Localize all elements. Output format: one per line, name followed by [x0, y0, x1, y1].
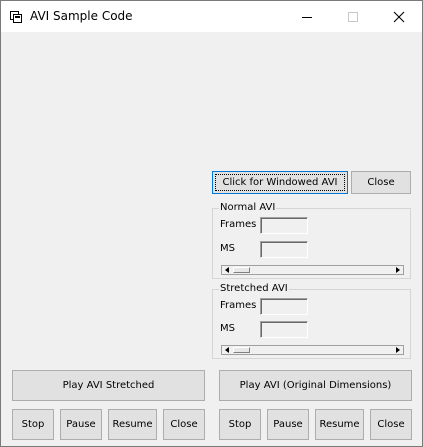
resume-label: Resume [112, 419, 153, 430]
stop-label: Stop [21, 419, 45, 430]
pause-label: Pause [273, 419, 303, 430]
maximize-button[interactable] [330, 1, 376, 32]
normal-ms-label: MS [220, 243, 235, 254]
right-arrow-icon [396, 347, 400, 353]
normal-avi-slider[interactable] [221, 265, 404, 275]
left-arrow-icon [225, 267, 229, 273]
left-resume-button[interactable]: Resume [108, 409, 157, 440]
right-stop-button[interactable]: Stop [219, 409, 261, 440]
stretched-frames-field [260, 298, 308, 315]
normal-slider-thumb[interactable] [233, 267, 250, 273]
right-resume-button[interactable]: Resume [315, 409, 364, 440]
play-avi-stretched-label: Play AVI Stretched [62, 380, 155, 391]
stretched-avi-title: Stretched AVI [219, 283, 289, 295]
close-icon [393, 11, 405, 23]
scroll-left-arrow[interactable] [222, 346, 232, 354]
focus-ring [215, 174, 345, 191]
scroll-left-arrow[interactable] [222, 266, 232, 274]
stretched-slider-thumb[interactable] [233, 347, 250, 353]
scroll-right-arrow[interactable] [393, 346, 403, 354]
normal-frames-field [260, 217, 308, 234]
stretched-ms-field [260, 321, 308, 338]
stop-label: Stop [228, 419, 252, 430]
normal-frames-label: Frames [220, 219, 257, 230]
scroll-right-arrow[interactable] [393, 266, 403, 274]
title-bar[interactable]: AVI Sample Code [1, 1, 422, 32]
pause-label: Pause [66, 419, 96, 430]
close-label: Close [377, 419, 405, 430]
window-title: AVI Sample Code [30, 9, 133, 23]
play-avi-stretched-button[interactable]: Play AVI Stretched [12, 370, 205, 401]
normal-ms-field [260, 241, 308, 258]
stretched-frames-label: Frames [220, 300, 257, 311]
right-close-button[interactable]: Close [370, 409, 412, 440]
play-avi-original-button[interactable]: Play AVI (Original Dimensions) [219, 370, 412, 401]
right-arrow-icon [396, 267, 400, 273]
stretched-ms-label: MS [220, 323, 235, 334]
right-pause-button[interactable]: Pause [267, 409, 309, 440]
stretched-avi-slider[interactable] [221, 345, 404, 355]
stretched-avi-group: Stretched AVI Frames MS [212, 283, 411, 359]
minimize-icon [302, 17, 312, 18]
resume-label: Resume [319, 419, 360, 430]
avi-app-icon[interactable] [10, 11, 22, 23]
maximize-icon [348, 12, 358, 22]
close-label: Close [367, 177, 395, 188]
play-avi-original-label: Play AVI (Original Dimensions) [239, 380, 392, 391]
app-window: AVI Sample Code Click for Windowed AVI C… [0, 0, 423, 447]
left-stop-button[interactable]: Stop [12, 409, 54, 440]
left-close-button[interactable]: Close [163, 409, 205, 440]
close-window-button[interactable] [376, 1, 422, 32]
minimize-button[interactable] [284, 1, 330, 32]
windowed-avi-button[interactable]: Click for Windowed AVI [212, 171, 348, 194]
left-pause-button[interactable]: Pause [60, 409, 102, 440]
left-arrow-icon [225, 347, 229, 353]
close-label: Close [170, 419, 198, 430]
normal-avi-title: Normal AVI [219, 202, 277, 214]
normal-avi-group: Normal AVI Frames MS [212, 202, 411, 279]
close-button-top[interactable]: Close [351, 171, 411, 194]
